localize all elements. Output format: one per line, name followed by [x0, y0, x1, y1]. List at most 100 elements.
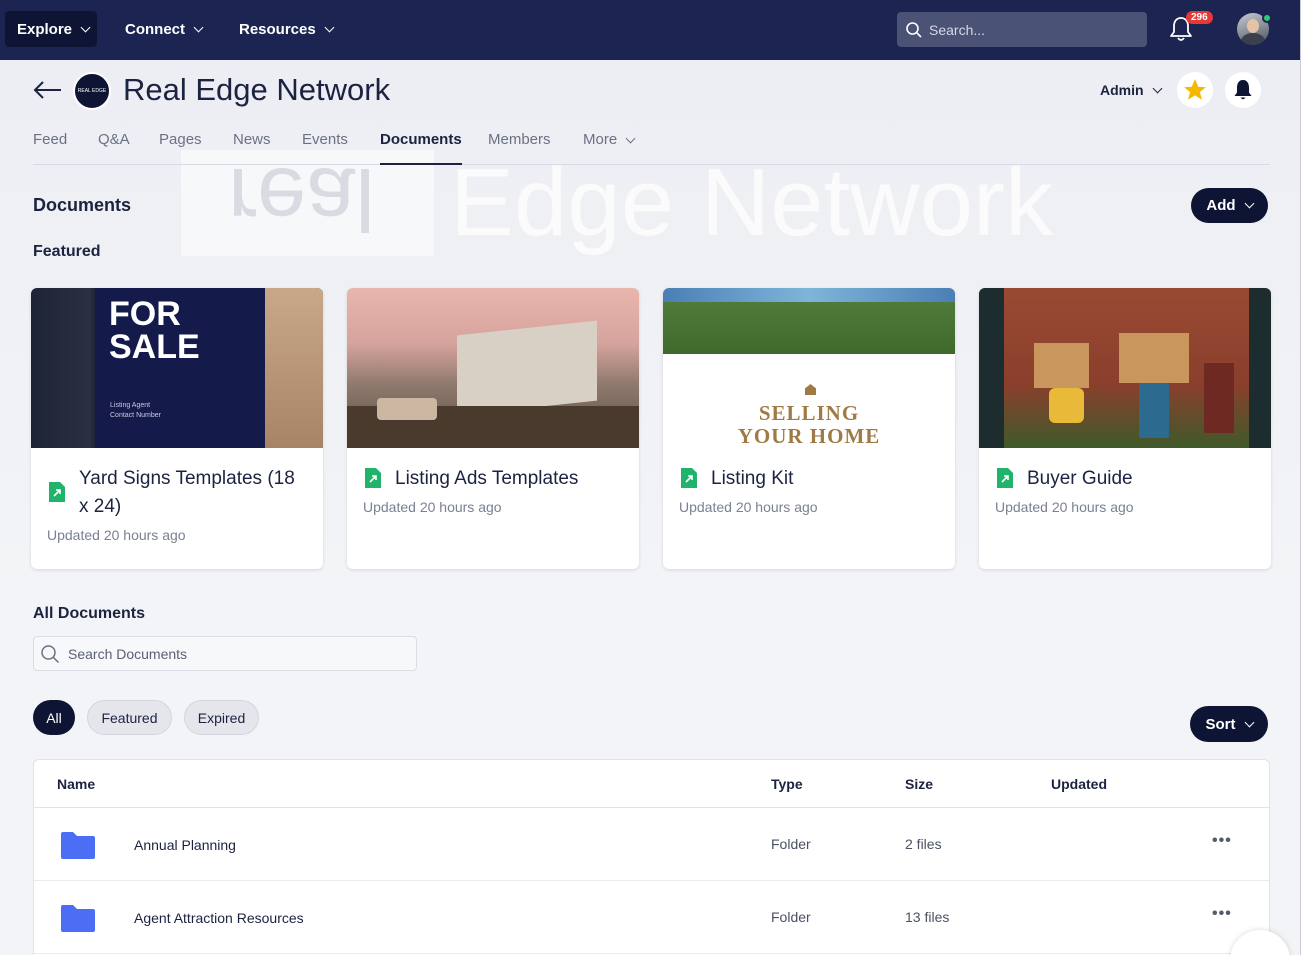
chevron-down-icon	[80, 22, 91, 32]
tab-news[interactable]: News	[233, 131, 271, 165]
box-right	[1119, 333, 1189, 383]
card-image: SELLING YOUR HOME	[663, 288, 955, 448]
notification-count-badge: 296	[1186, 11, 1213, 24]
row-more-options[interactable]: •••	[1212, 832, 1232, 850]
documents-title: Documents	[33, 195, 132, 215]
card-title: Listing Kit	[711, 468, 794, 489]
document-link-icon	[49, 482, 65, 502]
featured-card-listing-kit[interactable]: SELLING YOUR HOME Listing Kit Updated 20…	[663, 288, 955, 569]
patio-sofa	[377, 398, 437, 420]
column-header-size[interactable]: Size	[905, 776, 933, 792]
card-title: Buyer Guide	[1027, 468, 1133, 489]
avatar-face	[1247, 19, 1259, 33]
row-size: 2 files	[905, 836, 942, 852]
filter-all[interactable]: All	[33, 700, 75, 735]
chevron-down-icon	[324, 22, 335, 32]
pool-strip	[663, 288, 955, 302]
table-row[interactable]: Annual Planning Folder 2 files •••	[34, 808, 1269, 881]
explore-label: Explore	[17, 20, 73, 38]
card-image-left-edge	[979, 288, 1004, 448]
row-type: Folder	[771, 909, 811, 925]
tab-qa[interactable]: Q&A	[98, 131, 130, 165]
group-logo-text: REAL EDGE	[77, 88, 107, 94]
group-tabs: Feed Q&A Pages News Events Documents Mem…	[33, 124, 1270, 165]
global-search	[897, 12, 1147, 47]
chevron-down-icon	[193, 22, 204, 32]
admin-dropdown[interactable]: Admin	[1100, 82, 1163, 98]
tab-documents[interactable]: Documents	[380, 131, 462, 165]
card-image: FOR SALE Listing Agent Contact Number	[31, 288, 323, 448]
tab-members[interactable]: Members	[488, 131, 551, 165]
search-icon	[906, 21, 922, 38]
house-door	[1204, 363, 1234, 433]
document-link-icon	[365, 468, 381, 488]
filter-expired[interactable]: Expired	[184, 700, 259, 735]
star-icon	[1184, 79, 1206, 100]
person-jeans	[1139, 383, 1169, 438]
group-title: Real Edge Network	[123, 72, 391, 107]
sort-label: Sort	[1205, 715, 1236, 733]
person-yellow-dress	[1049, 388, 1084, 423]
column-header-type[interactable]: Type	[771, 776, 803, 792]
card-image-right-edge	[1249, 288, 1271, 448]
featured-card-yard-signs[interactable]: FOR SALE Listing Agent Contact Number Ya…	[31, 288, 323, 569]
your-home-text: YOUR HOME	[737, 424, 881, 448]
sign-small-text-1: Listing Agent	[110, 402, 151, 409]
row-more-options[interactable]: •••	[1212, 905, 1232, 923]
row-name[interactable]: Annual Planning	[134, 837, 236, 853]
documents-search-input[interactable]	[68, 645, 398, 662]
card-image	[347, 288, 639, 448]
card-updated: Updated 20 hours ago	[679, 499, 818, 515]
house-icon	[805, 384, 816, 395]
featured-card-listing-ads[interactable]: Listing Ads Templates Updated 20 hours a…	[347, 288, 639, 569]
chevron-down-icon	[625, 133, 636, 144]
table-row[interactable]: Agent Attraction Resources Folder 13 fil…	[34, 881, 1269, 954]
global-search-input[interactable]	[929, 21, 1129, 38]
featured-card-buyer-guide[interactable]: Buyer Guide Updated 20 hours ago	[979, 288, 1271, 569]
featured-title: Featured	[33, 243, 101, 260]
sign-text-sale: SALE	[109, 328, 200, 366]
house-wall	[457, 320, 597, 416]
row-type: Folder	[771, 836, 811, 852]
document-link-icon	[997, 468, 1013, 488]
box-left	[1034, 343, 1089, 388]
sign-small-text-2: Contact Number	[110, 412, 161, 419]
column-header-name[interactable]: Name	[57, 776, 95, 792]
card-title: Yard Signs Templates (18 x 24)	[79, 468, 295, 517]
folder-icon	[61, 905, 95, 932]
sort-button[interactable]: Sort	[1190, 706, 1268, 742]
row-name[interactable]: Agent Attraction Resources	[134, 910, 304, 926]
column-header-updated[interactable]: Updated	[1051, 776, 1107, 792]
all-documents-title: All Documents	[33, 605, 146, 622]
lawn-strip	[663, 302, 955, 354]
tab-pages[interactable]: Pages	[159, 131, 202, 165]
explore-menu-button[interactable]: Explore	[5, 11, 97, 47]
documents-search	[33, 636, 417, 671]
folder-icon	[61, 832, 95, 859]
row-size: 13 files	[905, 909, 950, 925]
tab-feed[interactable]: Feed	[33, 131, 67, 165]
add-label: Add	[1206, 197, 1236, 214]
top-navigation-bar: Explore Connect Resources	[0, 0, 1307, 60]
sign-text-for: FOR	[109, 295, 181, 333]
tab-more[interactable]: More	[583, 131, 636, 165]
filter-featured[interactable]: Featured	[87, 700, 172, 735]
avatar-body	[1241, 33, 1265, 45]
bell-icon	[1234, 80, 1252, 100]
connect-label: Connect	[125, 20, 185, 38]
resources-menu-button[interactable]: Resources	[239, 11, 335, 47]
tab-events[interactable]: Events	[302, 131, 348, 165]
back-button[interactable]	[33, 78, 63, 102]
connect-menu-button[interactable]: Connect	[125, 11, 204, 47]
card-image-wall	[265, 288, 323, 448]
tab-more-label: More	[583, 131, 618, 148]
add-button[interactable]: Add	[1191, 188, 1268, 223]
card-updated: Updated 20 hours ago	[995, 499, 1134, 515]
favorite-button[interactable]	[1177, 72, 1213, 108]
group-logo: REAL EDGE	[73, 72, 111, 110]
resources-label: Resources	[239, 20, 316, 38]
selling-text: SELLING	[758, 401, 860, 425]
chevron-down-icon	[1244, 198, 1255, 209]
admin-label: Admin	[1100, 82, 1144, 98]
group-notifications-button[interactable]	[1225, 72, 1261, 108]
